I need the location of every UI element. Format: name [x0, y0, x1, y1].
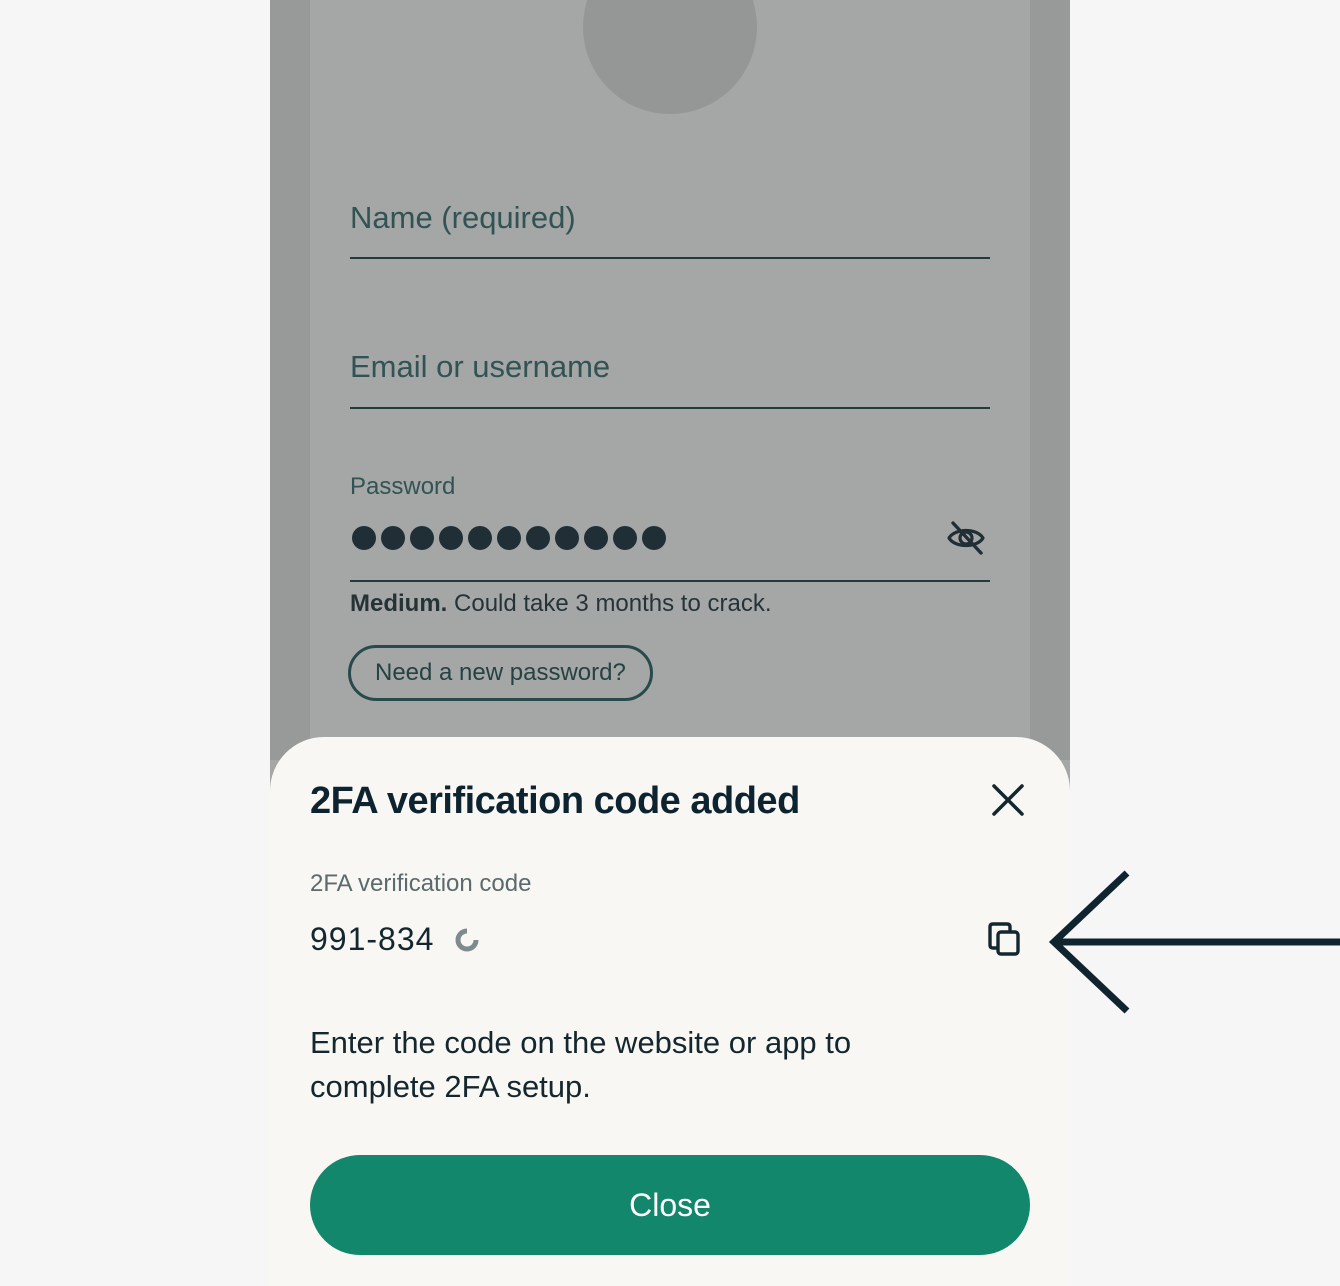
code-value: 991-834 [310, 921, 435, 957]
instructions-text: Enter the code on the website or app to … [310, 1025, 852, 1104]
copy-icon[interactable] [986, 920, 1026, 960]
code-label: 2FA verification code [310, 870, 532, 897]
close-button[interactable]: Close [310, 1155, 1030, 1255]
app-screen: Name (required) Email or username Passwo… [270, 0, 1070, 1286]
left-edge-shade [270, 0, 310, 760]
arrow-left-icon [1048, 870, 1340, 1014]
right-edge-shade [1030, 0, 1070, 760]
close-icon[interactable] [988, 780, 1028, 820]
refresh-timer-icon [455, 926, 481, 952]
sheet-title: 2FA verification code added [310, 780, 800, 822]
